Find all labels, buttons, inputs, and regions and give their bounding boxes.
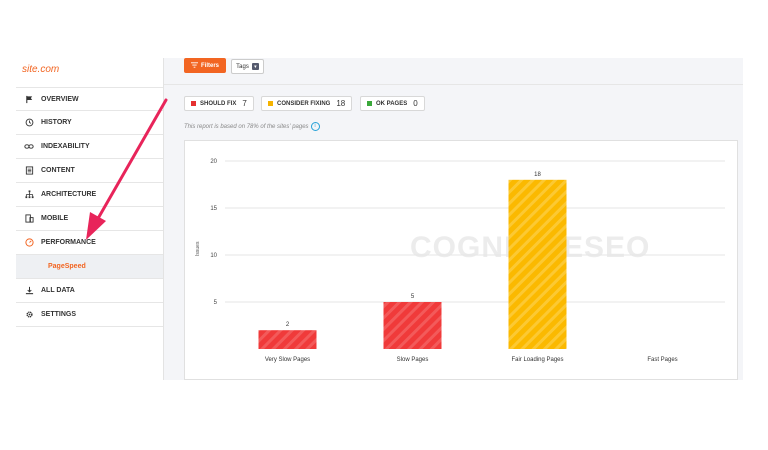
- bar[interactable]: [508, 179, 567, 349]
- bar[interactable]: [258, 330, 317, 349]
- x-tick-label: Fast Pages: [647, 357, 677, 363]
- sidebar-item-history[interactable]: HISTORY: [16, 111, 163, 135]
- consider-fixing-badge[interactable]: CONSIDER FIXING 18: [261, 96, 353, 111]
- sidebar-item-label: ALL DATA: [41, 287, 75, 294]
- sidebar-nav: OVERVIEW HISTORY INDEXABILITY CONTENT AR…: [16, 87, 163, 327]
- sidebar-item-label: HISTORY: [41, 119, 72, 126]
- sidebar-item-label: ARCHITECTURE: [41, 191, 97, 198]
- x-tick-label: Slow Pages: [397, 357, 429, 363]
- bar-value-label: 5: [411, 294, 415, 300]
- sidebar-item-mobile[interactable]: MOBILE: [16, 207, 163, 231]
- ok-pages-badge[interactable]: OK PAGES 0: [360, 96, 425, 111]
- badge-count: 18: [336, 99, 346, 108]
- sidebar-item-performance[interactable]: PERFORMANCE: [16, 231, 163, 255]
- chart-card: COGNITIVESEO Issues 20151052Very Slow Pa…: [184, 140, 738, 380]
- info-icon[interactable]: i: [310, 122, 320, 131]
- sidebar-item-label: SETTINGS: [41, 311, 77, 318]
- speedometer-icon: [22, 238, 36, 247]
- badge-label: OK PAGES: [376, 100, 408, 107]
- x-tick-label: Very Slow Pages: [265, 357, 310, 363]
- site-title[interactable]: site.com: [22, 64, 59, 75]
- download-icon: [22, 286, 36, 295]
- y-tick-label: 20: [210, 159, 217, 165]
- badge-label: CONSIDER FIXING: [277, 100, 331, 107]
- sidebar-item-label: PERFORMANCE: [41, 239, 96, 246]
- red-square-icon: [191, 101, 196, 106]
- yellow-square-icon: [268, 101, 273, 106]
- badge-count: 7: [242, 99, 247, 108]
- bar-chart: 20 15 10 5 2 Very Slow Pages 5 Slow Pages 18 Fair…: [210, 159, 725, 363]
- sidebar-item-settings[interactable]: SETTINGS: [16, 303, 163, 327]
- bar[interactable]: [383, 302, 442, 349]
- bar-value-label: 2: [286, 322, 290, 328]
- history-icon: [22, 118, 36, 127]
- should-fix-badge[interactable]: SHOULD FIX 7: [184, 96, 254, 111]
- sidebar-item-label: CONTENT: [41, 167, 75, 174]
- sidebar-item-label: OVERVIEW: [41, 95, 79, 103]
- mobile-icon: [22, 214, 36, 223]
- report-note: This report is based on 78% of the sites…: [184, 122, 320, 131]
- flag-icon: [22, 95, 36, 104]
- bar-value-label: 18: [534, 172, 541, 178]
- filter-icon: [190, 61, 198, 70]
- sidebar-item-content[interactable]: CONTENT: [16, 159, 163, 183]
- chevron-down-icon: ▾: [251, 63, 259, 70]
- report-note-text: This report is based on 78% of the sites…: [184, 124, 309, 131]
- sidebar-subitem-pagespeed[interactable]: PageSpeed: [16, 255, 163, 279]
- green-square-icon: [367, 101, 372, 106]
- sidebar-item-overview[interactable]: OVERVIEW: [16, 87, 163, 111]
- filters-button[interactable]: Filters: [184, 58, 226, 73]
- sidebar-item-architecture[interactable]: ARCHITECTURE: [16, 183, 163, 207]
- link-icon: [22, 142, 36, 151]
- main-panel: Filters Tags ▾ SHOULD FIX 7 CONSIDER FIX…: [163, 58, 743, 380]
- sidebar-item-indexability[interactable]: INDEXABILITY: [16, 135, 163, 159]
- tags-label: Tags: [236, 63, 249, 70]
- gear-icon: [22, 310, 36, 319]
- document-icon: [22, 166, 36, 175]
- sidebar: site.com OVERVIEW HISTORY INDEXABILITY C…: [16, 52, 163, 380]
- sitemap-icon: [22, 190, 36, 199]
- x-tick-label: Fair Loading Pages: [511, 357, 563, 363]
- tags-dropdown[interactable]: Tags ▾: [231, 59, 264, 74]
- sidebar-item-label: INDEXABILITY: [41, 143, 90, 150]
- sidebar-item-all-data[interactable]: ALL DATA: [16, 279, 163, 303]
- y-tick-label: 5: [214, 300, 218, 306]
- y-tick-label: 15: [210, 206, 217, 212]
- filters-label: Filters: [200, 62, 219, 69]
- badge-count: 0: [413, 99, 418, 108]
- y-tick-label: 10: [210, 253, 217, 259]
- toolbar: Filters Tags ▾: [164, 58, 743, 85]
- sidebar-item-label: MOBILE: [41, 215, 69, 222]
- badge-label: SHOULD FIX: [200, 100, 237, 107]
